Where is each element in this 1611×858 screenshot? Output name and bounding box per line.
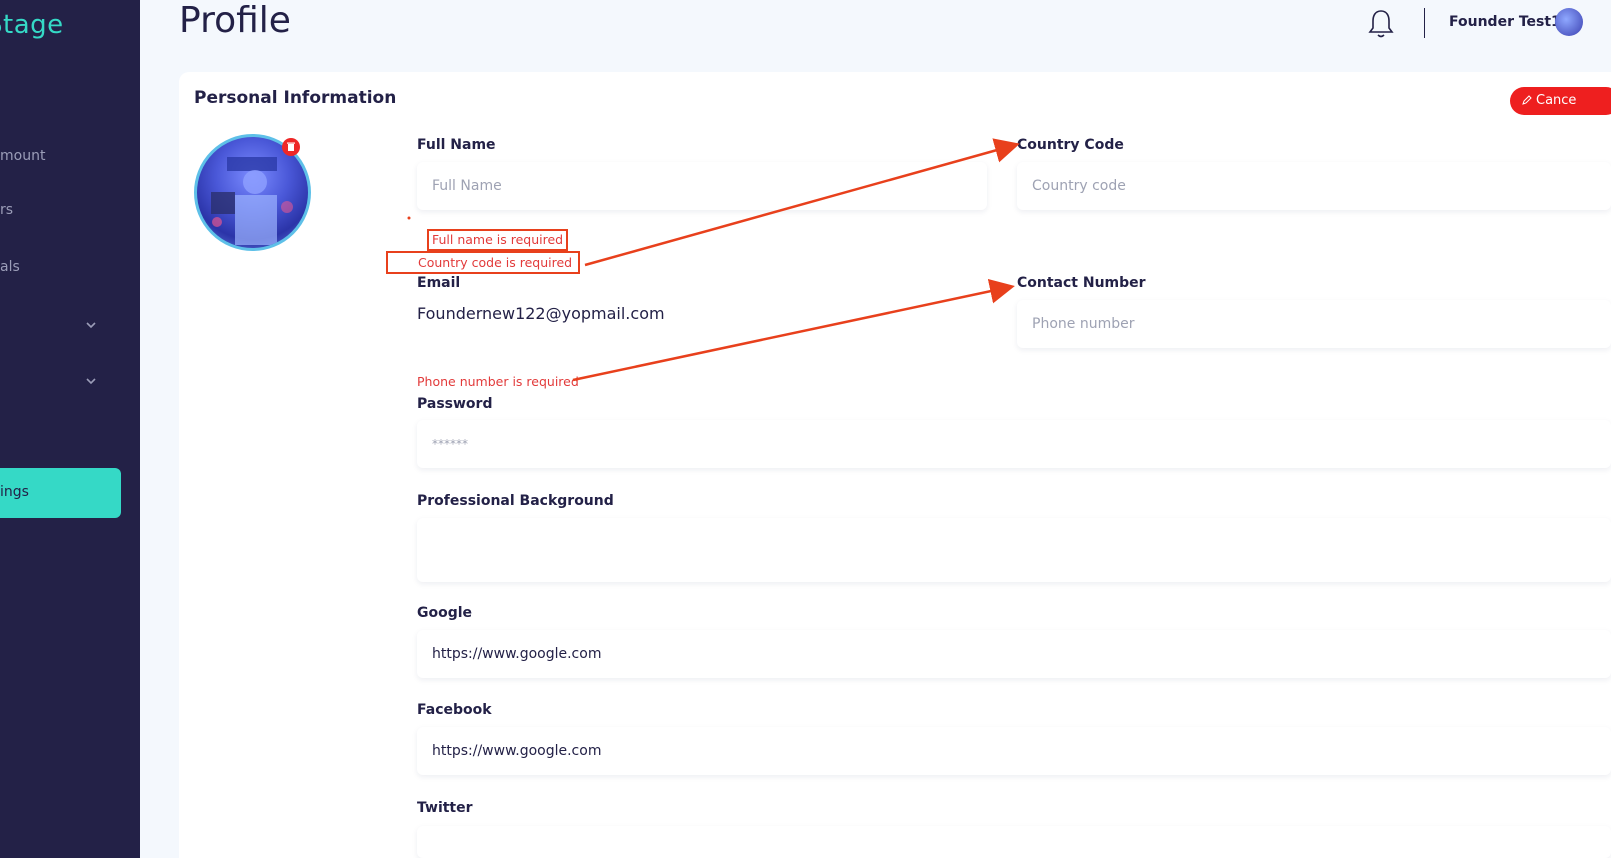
annotation-arrow-contact-number bbox=[572, 278, 1015, 382]
annotation-arrows bbox=[407, 138, 1020, 382]
annotation-dot bbox=[407, 216, 411, 220]
annotation-arrow-country-code bbox=[584, 138, 1020, 267]
